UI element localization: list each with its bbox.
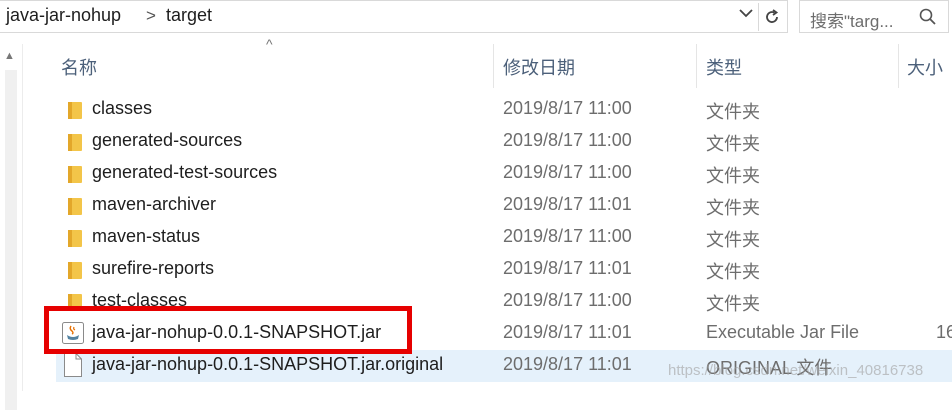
file-type: 文件夹 (706, 166, 760, 186)
file-name: maven-archiver (92, 194, 217, 214)
file-date: 2019/8/17 11:01 (503, 194, 632, 214)
search-icon[interactable] (918, 7, 938, 27)
folder-icon (68, 134, 82, 151)
file-date: 2019/8/17 11:00 (503, 98, 632, 118)
folder-icon (68, 230, 82, 247)
search-input[interactable]: 搜索"targ... (810, 7, 918, 32)
watermark-text: https://blog.csdn.net/weixin_40816738 (668, 362, 924, 379)
file-type: 文件夹 (706, 102, 760, 122)
file-date: 2019/8/17 11:00 (503, 130, 632, 150)
folder-icon (68, 262, 82, 279)
file-size: 16 (936, 322, 952, 342)
java-jar-icon (62, 322, 84, 344)
file-date: 2019/8/17 11:01 (503, 258, 632, 278)
column-divider[interactable] (696, 44, 697, 88)
file-date: 2019/8/17 11:00 (503, 290, 632, 310)
column-header-name[interactable]: 名称 (61, 54, 97, 80)
file-name: surefire-reports (92, 258, 215, 278)
list-item[interactable]: generated-test-sources 2019/8/17 11:00 文… (56, 158, 952, 190)
file-name: classes (92, 98, 153, 118)
scrollbar-thumb[interactable] (5, 70, 17, 410)
column-header-date[interactable]: 修改日期 (503, 54, 575, 80)
folder-icon (68, 166, 82, 183)
file-date: 2019/8/17 11:01 (503, 322, 632, 342)
file-date: 2019/8/17 11:00 (503, 162, 632, 182)
file-name: test-classes (92, 290, 188, 310)
file-type: 文件夹 (706, 294, 760, 314)
list-item-jar-file[interactable]: java-jar-nohup-0.0.1-SNAPSHOT.jar 2019/8… (56, 318, 952, 350)
refresh-icon (766, 9, 779, 23)
column-header-size[interactable]: 大小 (907, 54, 943, 80)
list-item[interactable]: generated-sources 2019/8/17 11:00 文件夹 (56, 126, 952, 158)
folder-icon (68, 102, 82, 119)
column-divider[interactable] (493, 44, 494, 88)
list-item[interactable]: surefire-reports 2019/8/17 11:01 文件夹 (56, 254, 952, 286)
file-type: 文件夹 (706, 262, 760, 282)
file-type: 文件夹 (706, 198, 760, 218)
blank-file-icon (64, 353, 82, 377)
file-name: generated-test-sources (92, 162, 278, 182)
chevron-right-icon[interactable]: > (146, 6, 156, 26)
list-item[interactable]: maven-status 2019/8/17 11:00 文件夹 (56, 222, 952, 254)
search-box[interactable]: 搜索"targ... (799, 0, 949, 33)
sort-ascending-icon: ^ (266, 36, 273, 52)
breadcrumb[interactable]: java-jar-nohup > target (0, 0, 788, 33)
scroll-up-icon[interactable]: ▲ (4, 50, 15, 62)
chevron-down-icon[interactable] (738, 5, 754, 26)
file-type: 文件夹 (706, 134, 760, 154)
refresh-button[interactable] (758, 3, 785, 31)
address-bar: java-jar-nohup > target 搜索"targ... (0, 0, 952, 34)
navigation-pane-scrollbar[interactable]: ▲ (0, 44, 23, 410)
list-item[interactable]: classes 2019/8/17 11:00 文件夹 (56, 94, 952, 126)
file-type: Executable Jar File (706, 322, 860, 342)
file-name: maven-status (92, 226, 201, 246)
list-item[interactable]: maven-archiver 2019/8/17 11:01 文件夹 (56, 190, 952, 222)
file-name: java-jar-nohup-0.0.1-SNAPSHOT.jar.origin… (92, 354, 444, 374)
file-name: generated-sources (92, 130, 243, 150)
column-header-type[interactable]: 类型 (706, 54, 742, 80)
folder-icon (68, 294, 82, 311)
breadcrumb-item-java-jar-nohup[interactable]: java-jar-nohup (6, 5, 121, 26)
file-type: 文件夹 (706, 230, 760, 250)
list-item[interactable]: test-classes 2019/8/17 11:00 文件夹 (56, 286, 952, 318)
file-date: 2019/8/17 11:00 (503, 226, 632, 246)
file-name: java-jar-nohup-0.0.1-SNAPSHOT.jar (92, 322, 382, 342)
file-date: 2019/8/17 11:01 (503, 354, 632, 374)
folder-icon (68, 198, 82, 215)
column-divider[interactable] (898, 44, 899, 88)
column-headers: ^ 名称 修改日期 类型 大小 (22, 36, 952, 88)
breadcrumb-item-target[interactable]: target (166, 5, 212, 26)
